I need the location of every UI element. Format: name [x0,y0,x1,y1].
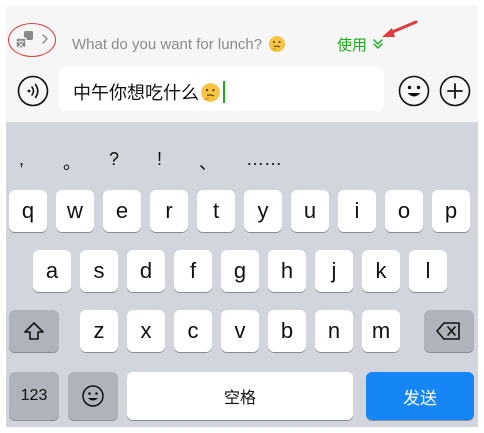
message-input[interactable]: 中午你想吃什么 [59,67,384,111]
key-f[interactable]: f [174,250,212,292]
key-v[interactable]: v [221,310,259,352]
emoji-icon[interactable] [398,75,430,107]
use-translation-button[interactable]: 使用 [337,34,367,55]
key-r[interactable]: r [150,190,188,232]
annotation-circle [8,23,56,57]
message-input-row: 中午你想吃什么 [6,62,478,122]
key-t[interactable]: t [197,190,235,232]
key-c[interactable]: c [174,310,212,352]
key-m[interactable]: m [362,310,400,352]
message-input-text-row: 中午你想吃什么 [73,79,225,105]
emoji-key[interactable] [68,372,118,420]
key-q[interactable]: q [9,190,47,232]
translation-text: What do you want for lunch? [72,36,263,53]
translation-suggestion[interactable]: What do you want for lunch? [72,35,286,53]
punctuation-key[interactable]: , [19,149,24,170]
key-y[interactable]: y [244,190,282,232]
key-j[interactable]: j [315,250,353,292]
punctuation-key[interactable]: …… [246,149,282,170]
punctuation-key[interactable]: 、 [199,149,217,175]
key-o[interactable]: o [385,190,423,232]
key-s[interactable]: s [80,250,118,292]
key-a[interactable]: a [33,250,71,292]
keyboard: , 。 ? ! 、 …… q w e r t y u i o p a s d f… [6,122,478,427]
text-caret [223,81,225,103]
chat-input-panel: 文 What do you want for lunch? 使用 中午你想吃什么… [6,6,478,427]
key-e[interactable]: e [103,190,141,232]
key-w[interactable]: w [56,190,94,232]
key-i[interactable]: i [338,190,376,232]
punctuation-key[interactable]: ! [157,149,162,170]
key-d[interactable]: d [127,250,165,292]
key-b[interactable]: b [268,310,306,352]
plus-icon[interactable] [439,75,471,107]
punctuation-key[interactable]: ? [109,149,119,170]
emoji-icon [82,385,104,407]
message-input-value: 中午你想吃什么 [73,83,199,104]
key-x[interactable]: x [127,310,165,352]
key-k[interactable]: k [362,250,400,292]
key-u[interactable]: u [291,190,329,232]
space-key[interactable]: 空格 [127,372,353,420]
punctuation-key[interactable]: 。 [63,149,81,175]
thinking-emoji-icon [269,36,286,52]
backspace-icon [436,322,460,340]
key-h[interactable]: h [268,250,306,292]
numbers-key[interactable]: 123 [9,372,59,420]
key-l[interactable]: l [409,250,447,292]
voice-icon[interactable] [17,75,49,107]
key-n[interactable]: n [315,310,353,352]
thinking-emoji-icon [201,83,220,102]
send-key[interactable]: 发送 [366,372,474,420]
annotation-arrow-icon [382,20,418,37]
shift-icon [24,322,44,340]
translation-suggestion-bar: 文 What do you want for lunch? 使用 [6,6,478,62]
key-z[interactable]: z [80,310,118,352]
key-g[interactable]: g [221,250,259,292]
shift-key[interactable] [9,310,59,352]
backspace-key[interactable] [424,310,474,352]
key-p[interactable]: p [432,190,470,232]
